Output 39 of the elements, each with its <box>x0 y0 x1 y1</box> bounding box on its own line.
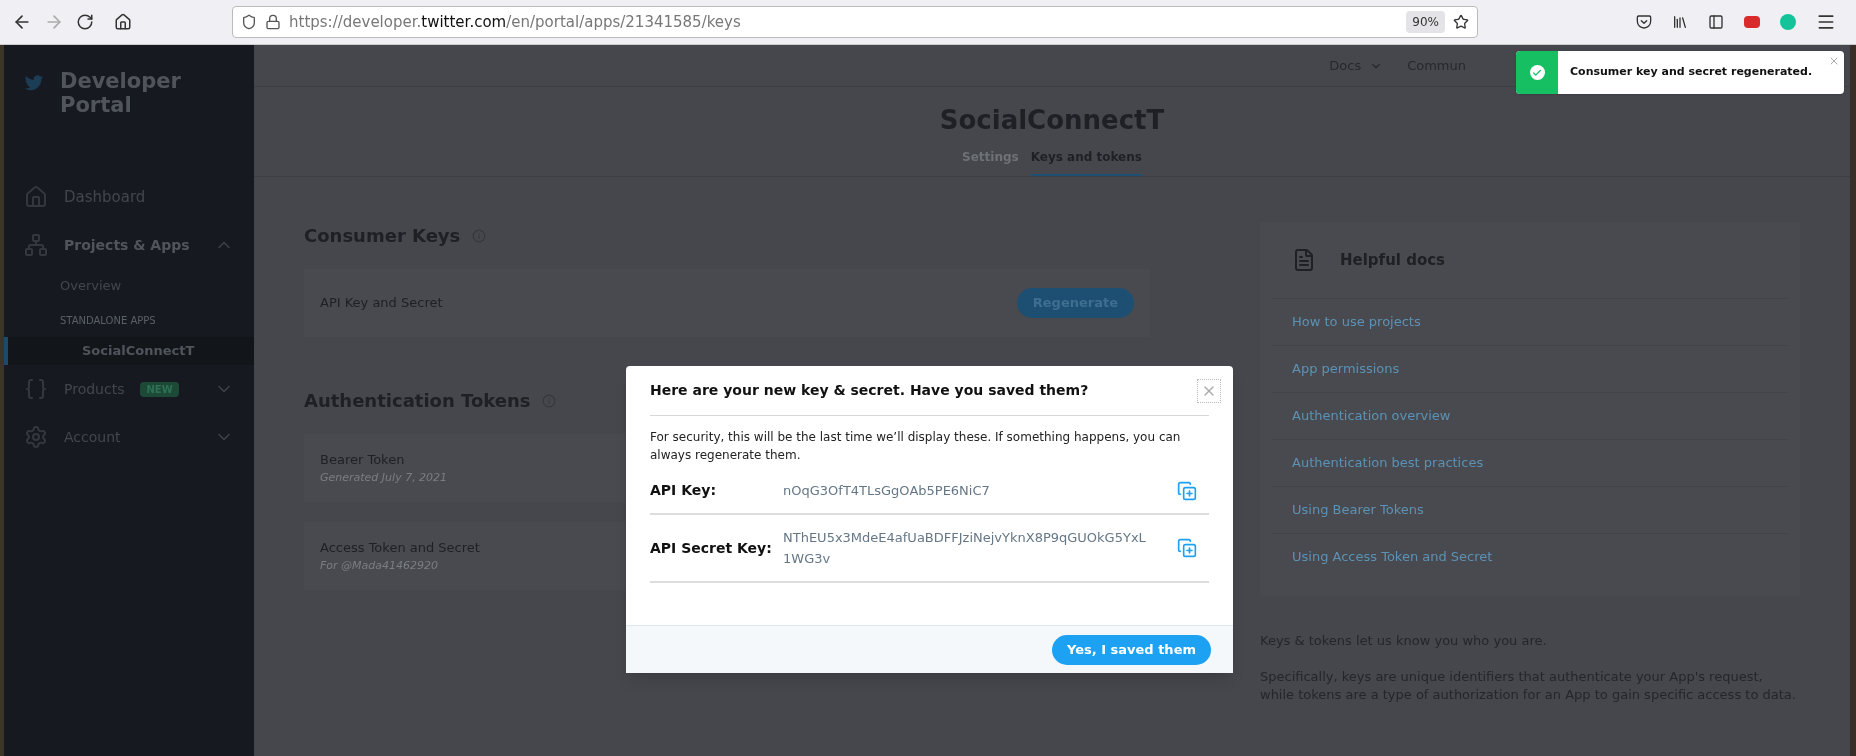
toast-message: Consumer key and secret regenerated. <box>1570 64 1813 81</box>
key-value: nOqG3OfT4TLsGgOAb5PE6NiC7 <box>783 482 991 500</box>
url-text: https://developer.twitter.com/en/portal/apps/21341585/keys <box>289 11 742 33</box>
menu-icon[interactable] <box>1816 12 1836 32</box>
document-icon <box>1292 246 1316 274</box>
extension-icon[interactable] <box>1744 16 1760 28</box>
address-bar[interactable]: https://developer.twitter.com/en/portal/apps/21341585/keys 90% <box>232 6 1478 38</box>
copy-icon[interactable] <box>1177 480 1197 501</box>
section-label: STANDALONE APPS <box>59 313 157 328</box>
bird-icon <box>24 73 44 93</box>
bookmark-star-icon[interactable] <box>1453 14 1469 30</box>
copy-icon[interactable] <box>1177 538 1197 558</box>
doc-link[interactable]: How to use projects <box>1292 312 1421 332</box>
doc-link[interactable]: Authentication overview <box>1292 406 1451 426</box>
doc-link[interactable]: App permissions <box>1292 359 1400 379</box>
library-icon[interactable] <box>1672 14 1688 30</box>
close-button[interactable] <box>1197 379 1221 403</box>
shield-icon <box>241 14 257 30</box>
pocket-icon[interactable] <box>1636 14 1652 30</box>
modal-body: For security, this will be the last time we’ll display these. If something happens, you can always regenerate them. <box>650 429 1182 464</box>
confirm-button[interactable]: Yes, I saved them <box>1051 634 1211 665</box>
key-value: NThEU5x3MdeE4afUaBDFFJziNejvYknX8P9qGUOkG5YxL1WG3v <box>783 529 1147 568</box>
home-icon <box>24 185 48 209</box>
zoom-badge[interactable]: 90% <box>1406 11 1445 33</box>
home-icon[interactable] <box>114 13 132 31</box>
doc-link[interactable]: Authentication best practices <box>1292 453 1484 473</box>
portal-title: Developer Portal <box>60 69 180 117</box>
close-icon[interactable] <box>1828 55 1840 67</box>
key-label: API Key: <box>650 481 717 500</box>
extension-icon[interactable] <box>1780 14 1796 30</box>
key-label: API Secret Key: <box>650 538 773 558</box>
lock-icon <box>265 14 281 30</box>
check-icon <box>1529 65 1545 80</box>
modal-title: Here are your new key & secret. Have you saved them? <box>650 381 1089 400</box>
sidebar-item[interactable]: Projects & Apps <box>64 234 190 256</box>
doc-link[interactable]: Using Bearer Tokens <box>1292 500 1424 520</box>
sidebar-subitem[interactable]: SocialConnectT <box>4 337 254 365</box>
doc-link[interactable]: Using Access Token and Secret <box>1292 547 1493 567</box>
reload-icon[interactable] <box>76 13 94 31</box>
